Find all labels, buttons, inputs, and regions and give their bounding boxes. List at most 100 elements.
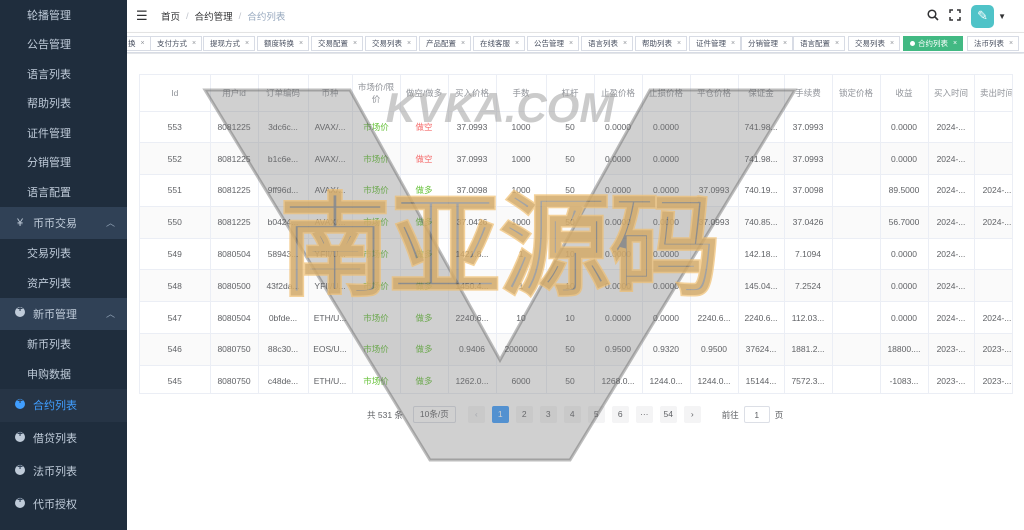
table-row[interactable]: 550 8081225 b0424... AVAX/... 市场价 做多 37.0426 10… (140, 206, 1012, 239)
table-row[interactable]: 551 8081225 9ff96d... AVAX/... 市场价 做多 37.0098 1… (140, 174, 1012, 207)
table-row[interactable]: 552 8081225 b1c6e... AVAX/... 市场价 做空 37.0993 10… (140, 142, 1012, 176)
sidebar-item-4[interactable]: 证件管理 (0, 118, 127, 148)
tag-14[interactable]: 交易列表 × (848, 36, 901, 51)
close-icon[interactable]: × (353, 37, 357, 50)
tag-label: 证件管理 (696, 39, 726, 48)
close-icon[interactable]: × (461, 37, 465, 50)
table-cell (832, 174, 881, 207)
page-button[interactable]: 5 (587, 406, 605, 423)
table-cell: ETH/U... (308, 301, 353, 335)
table-cell: 1881.2... (784, 333, 833, 366)
table-row[interactable]: 549 8080504 58943... YFII/U... 市场价 做多 1421.8..… (140, 238, 1012, 271)
page-size-select[interactable]: 10条/页 (412, 406, 456, 423)
tag-0[interactable]: 换 × (127, 36, 151, 51)
close-icon[interactable]: × (890, 37, 894, 50)
close-icon[interactable]: × (677, 37, 681, 50)
search-icon[interactable] (927, 8, 939, 24)
sidebar-item-5[interactable]: 分销管理 (0, 147, 127, 177)
next-page-button[interactable]: › (683, 406, 701, 423)
close-icon[interactable]: × (783, 37, 787, 50)
tag-7[interactable]: 在线客服 × (473, 36, 526, 51)
table-cell: 0bfde... (258, 301, 309, 335)
tag-13[interactable]: 语言配置 × (793, 36, 846, 51)
tag-12[interactable]: 分销管理 × (741, 36, 794, 51)
sidebar-group-new-coin[interactable]: 新币管理 ︿ (0, 297, 127, 330)
page-button[interactable]: 3 (539, 406, 557, 423)
close-icon[interactable]: × (299, 37, 303, 50)
sidebar-item-coin-0[interactable]: 交易列表 (0, 238, 127, 268)
sidebar-item-borrow-list[interactable]: 借贷列表 (0, 421, 127, 455)
tag-9[interactable]: 语言列表 × (581, 36, 634, 51)
sidebar-item-new-1[interactable]: 申购数据 (0, 359, 127, 389)
tag-11[interactable]: 证件管理 × (689, 36, 742, 51)
sidebar-item-6[interactable]: 语言配置 (0, 177, 127, 207)
page-button[interactable]: 2 (515, 406, 533, 423)
sidebar-group-coin-trade[interactable]: ¥ 币币交易 ︿ (0, 206, 127, 239)
page-button[interactable]: ··· (635, 406, 653, 423)
table-cell: 2024-... (928, 301, 975, 335)
table-cell: 1262.0... (448, 365, 497, 393)
tag-4[interactable]: 交易配置 × (311, 36, 364, 51)
close-icon[interactable]: × (953, 37, 957, 50)
tag-8[interactable]: 公告管理 × (527, 36, 580, 51)
column-header: 保证金 (738, 75, 785, 112)
goto-page-input[interactable] (743, 406, 770, 423)
table-row[interactable]: 545 8080750 c48de... ETH/U... 市场价 做多 1262.0...… (140, 365, 1012, 393)
avatar[interactable]: ✎ (971, 4, 995, 28)
close-icon[interactable]: × (1009, 37, 1013, 50)
close-icon[interactable]: × (623, 37, 627, 50)
tag-label: 交易配置 (318, 39, 348, 48)
tag-label: 额度转换 (264, 39, 294, 48)
sidebar-item-2[interactable]: 语言列表 (0, 59, 127, 89)
tag-3[interactable]: 额度转换 × (257, 36, 310, 51)
sidebar-item-new-0[interactable]: 新币列表 (0, 329, 127, 359)
close-icon[interactable]: × (515, 37, 519, 50)
tag-10[interactable]: 帮助列表 × (635, 36, 688, 51)
table-cell: 10 (496, 301, 547, 335)
close-icon[interactable]: × (245, 37, 249, 50)
table-cell: 市场价 (352, 365, 401, 393)
table-cell: YFII/U... (308, 269, 353, 303)
page-button[interactable]: 6 (611, 406, 629, 423)
crumb-home[interactable]: 首页 (161, 9, 180, 23)
table-cell: 2024-... (974, 174, 1012, 207)
page-button[interactable]: 4 (563, 406, 581, 423)
tag-15[interactable]: 合约列表 × (903, 36, 964, 51)
page-button[interactable]: 1 (491, 406, 509, 423)
table-row[interactable]: 553 8081225 3dc6c... AVAX/... 市场价 做空 37.0993 10… (140, 111, 1012, 144)
sidebar-item-3[interactable]: 帮助列表 (0, 88, 127, 118)
sidebar-item-token-auth[interactable]: 代币授权 (0, 487, 127, 521)
chevron-down-icon[interactable]: ▼ (998, 12, 1006, 21)
tag-1[interactable]: 支付方式 × (150, 36, 203, 51)
fullscreen-icon[interactable] (949, 8, 961, 24)
table-row[interactable]: 546 8080750 88c30... EOS/U... 市场价 做多 0.9406 200… (140, 333, 1012, 366)
tag-2[interactable]: 提现方式 × (203, 36, 256, 51)
close-icon[interactable]: × (141, 37, 145, 50)
hamburger-icon[interactable]: ☰ (136, 8, 148, 24)
tag-6[interactable]: 产品配置 × (419, 36, 472, 51)
sidebar-item-coin-1[interactable]: 资产列表 (0, 268, 127, 298)
table-row[interactable]: 548 8080500 43f2da... YFII/U... 市场价 做多 1450.4.… (140, 269, 1012, 303)
sidebar-item-fiat-list[interactable]: 法币列表 (0, 454, 127, 488)
tag-5[interactable]: 交易列表 × (365, 36, 418, 51)
table-row[interactable]: 547 8080504 0bfde... ETH/U... 市场价 做多 2240.6...… (140, 301, 1012, 335)
table-cell: 50 (546, 174, 595, 207)
table-cell: 50 (546, 111, 595, 144)
tag-16[interactable]: 法币列表 × (967, 36, 1020, 51)
prev-page-button[interactable]: ‹ (467, 406, 485, 423)
close-icon[interactable]: × (569, 37, 573, 50)
tag-label: 语言列表 (588, 39, 618, 48)
close-icon[interactable]: × (407, 37, 411, 50)
table-cell: 市场价 (352, 301, 401, 335)
sidebar-item-contract-list[interactable]: 合约列表 (0, 388, 127, 422)
table-cell: 0.0000 (594, 174, 643, 207)
sidebar-item-0[interactable]: 轮播管理 (0, 0, 127, 30)
sidebar-item-1[interactable]: 公告管理 (0, 29, 127, 59)
page-button[interactable]: 54 (659, 406, 677, 423)
table-cell: 10 (546, 238, 595, 271)
close-icon[interactable]: × (192, 37, 196, 50)
close-icon[interactable]: × (731, 37, 735, 50)
table-cell (832, 365, 881, 393)
close-icon[interactable]: × (835, 37, 839, 50)
table-cell (832, 333, 881, 366)
